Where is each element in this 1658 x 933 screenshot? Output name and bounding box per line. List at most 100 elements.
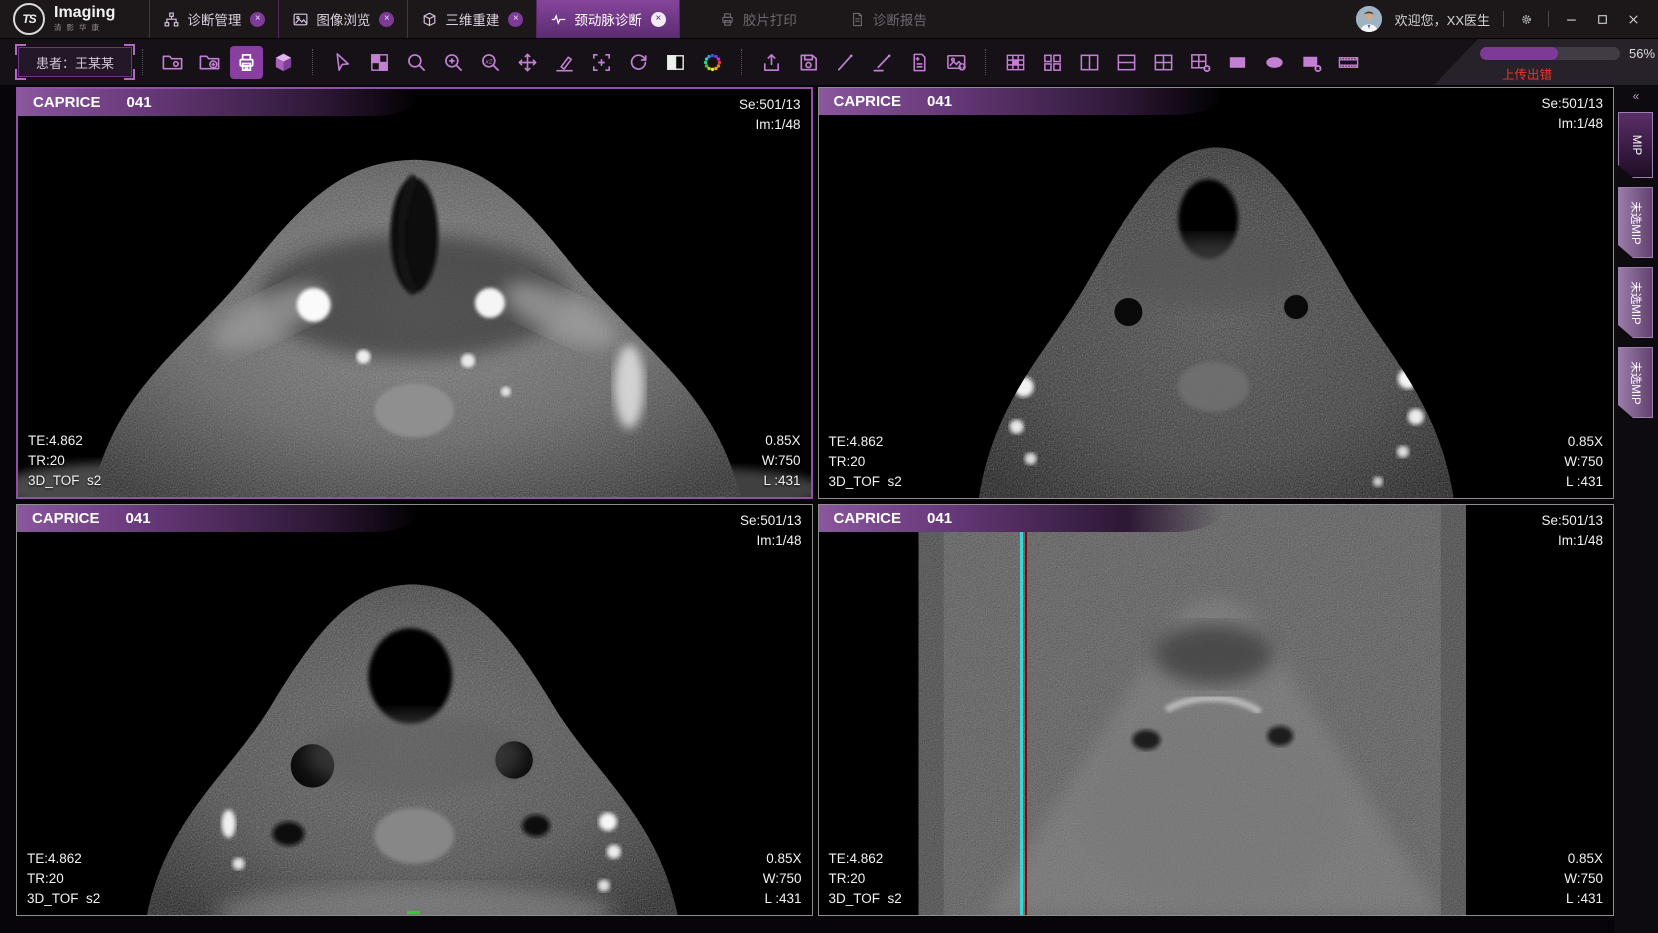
mri-axial-image — [18, 89, 811, 497]
draw-line-button[interactable] — [829, 46, 862, 79]
overlay-window-info: 0.85XW:750L :431 — [1564, 432, 1603, 492]
print-button[interactable] — [230, 46, 263, 79]
tab-label: 诊断管理 — [187, 9, 241, 29]
viewport-bottom-right[interactable]: CAPRICE041 Se:501/13Im:1/48 TE:4.862TR:2… — [818, 504, 1615, 916]
brand-name: Imaging — [54, 5, 115, 21]
line-measure-icon — [871, 51, 894, 74]
side-tab-unselected-mip-3[interactable]: 未选MIP — [1618, 347, 1653, 418]
window-level-button[interactable] — [363, 46, 396, 79]
viewport-top-right[interactable]: CAPRICE041 Se:501/13Im:1/48 TE:4.862TR:2… — [818, 87, 1615, 499]
mip-noise-image — [819, 505, 1614, 915]
pointer-tool-button[interactable] — [326, 46, 359, 79]
upload-status-panel: 56% 上传出错 — [1420, 39, 1658, 85]
upload-progress-bar — [1480, 47, 1620, 60]
save-button[interactable] — [792, 46, 825, 79]
settings-gear-icon[interactable] — [1517, 10, 1535, 28]
tab-image-browse[interactable]: 图像浏览 × — [278, 0, 407, 38]
series-number: 041 — [126, 510, 151, 527]
tab-close-icon[interactable]: × — [651, 12, 666, 27]
overlay-series-info: Se:501/13Im:1/48 — [739, 95, 801, 135]
reference-line-cyan[interactable] — [1020, 505, 1023, 915]
tab-film-print[interactable]: 胶片打印 — [706, 0, 810, 38]
invert-button[interactable] — [659, 46, 692, 79]
tab-carotid-diagnosis[interactable]: 颈动脉诊断 × — [536, 0, 680, 38]
overlay-series-info: Se:501/13Im:1/48 — [1541, 94, 1603, 134]
tab-label: 胶片打印 — [743, 9, 797, 29]
rotate-button[interactable] — [622, 46, 655, 79]
side-tab-unselected-mip-1[interactable]: 未选MIP — [1618, 187, 1653, 258]
image-icon — [292, 11, 309, 28]
layout-grid-button[interactable] — [999, 46, 1032, 79]
divider — [1548, 11, 1549, 27]
volume-3d-button[interactable] — [267, 46, 300, 79]
tab-label: 图像浏览 — [316, 9, 370, 29]
tab-label: 诊断报告 — [873, 9, 927, 29]
series-banner: CAPRICE 041 — [18, 89, 421, 116]
layout-quad-button[interactable] — [1147, 46, 1180, 79]
collapse-panel-icon[interactable]: « — [1614, 89, 1658, 103]
app-window: TS Imaging 清影华康 诊断管理 × 图像浏览 × — [0, 0, 1658, 933]
tab-diagnosis-management[interactable]: 诊断管理 × — [149, 0, 278, 38]
zoom-in-button[interactable] — [437, 46, 470, 79]
export-image-button[interactable] — [940, 46, 973, 79]
corner-mark — [124, 69, 135, 80]
patient-field[interactable]: 患者：王某某 — [18, 47, 132, 77]
add-study-button[interactable] — [193, 46, 226, 79]
overlay-acquisition-info: TE:4.862TR:203D_TOF s2 — [829, 849, 902, 909]
toolbar-separator — [985, 49, 987, 75]
side-tab-mip[interactable]: MIP — [1618, 112, 1653, 178]
series-title: CAPRICE — [834, 510, 902, 527]
minimize-icon[interactable] — [1562, 10, 1580, 28]
tab-diagnosis-report[interactable]: 诊断报告 — [836, 0, 940, 38]
pan-button[interactable] — [511, 46, 544, 79]
layout-two-columns-button[interactable] — [1073, 46, 1106, 79]
filmstrip-button[interactable] — [1332, 46, 1365, 79]
toolbar-separator — [142, 49, 144, 75]
user-avatar[interactable] — [1356, 6, 1382, 32]
reference-line-red — [1025, 505, 1027, 915]
shape-rect-button[interactable] — [1221, 46, 1254, 79]
tab-close-icon[interactable]: × — [508, 12, 523, 27]
document-plus-icon — [908, 51, 931, 74]
overlay-window-info: 0.85XW:750L :431 — [763, 849, 802, 909]
report-add-button[interactable] — [903, 46, 936, 79]
series-title: CAPRICE — [33, 94, 101, 111]
scroll-position-indicator — [407, 911, 420, 914]
side-tab-unselected-mip-2[interactable]: 未选MIP — [1618, 267, 1653, 338]
toolbar: 患者：王某某 x2 — [0, 38, 1658, 85]
open-study-settings-button[interactable] — [156, 46, 189, 79]
roi-add-button[interactable] — [585, 46, 618, 79]
grid-2x2-icon — [1152, 51, 1175, 74]
series-title: CAPRICE — [834, 93, 902, 110]
magnify-button[interactable] — [400, 46, 433, 79]
tab-close-icon[interactable]: × — [250, 12, 265, 27]
viewer-area: CAPRICE 041 Se:501/13Im:1/48 TE:4.862TR:2… — [0, 84, 1658, 933]
filmstrip-icon — [1337, 51, 1360, 74]
toolbar-separator — [741, 49, 743, 75]
maximize-icon[interactable] — [1593, 10, 1611, 28]
tab-close-icon[interactable]: × — [379, 12, 394, 27]
series-number: 041 — [127, 94, 152, 111]
export-button[interactable] — [755, 46, 788, 79]
layout-quad-small-button[interactable] — [1036, 46, 1069, 79]
report-icon — [849, 11, 866, 28]
series-number: 041 — [927, 510, 952, 527]
viewport-top-left[interactable]: CAPRICE041 Se:501/13Im:1/48 TE:4.862TR:2… — [16, 87, 813, 499]
patient-label: 患者：王某某 — [36, 53, 114, 72]
zoom-2x-button[interactable]: x2 — [474, 46, 507, 79]
layout-two-rows-button[interactable] — [1110, 46, 1143, 79]
viewport-bottom-left[interactable]: CAPRICE041 Se:501/13Im:1/48 TE:4.862TR:2… — [16, 504, 813, 916]
printer-icon — [719, 11, 736, 28]
overlay-window-info: 0.85XW:750L :431 — [1564, 849, 1603, 909]
layout-clear-button[interactable] — [1184, 46, 1217, 79]
rotate-icon — [627, 51, 650, 74]
shape-ellipse-button[interactable] — [1258, 46, 1291, 79]
annotate-line-button[interactable] — [866, 46, 899, 79]
close-icon[interactable] — [1624, 10, 1642, 28]
logo-icon: TS — [13, 3, 45, 35]
measure-line-button[interactable] — [548, 46, 581, 79]
shape-rect-clear-button[interactable] — [1295, 46, 1328, 79]
pseudo-color-button[interactable] — [696, 46, 729, 79]
tab-3d-reconstruction[interactable]: 三维重建 × — [407, 0, 536, 38]
welcome-text: 欢迎您，XX医生 — [1395, 10, 1490, 29]
